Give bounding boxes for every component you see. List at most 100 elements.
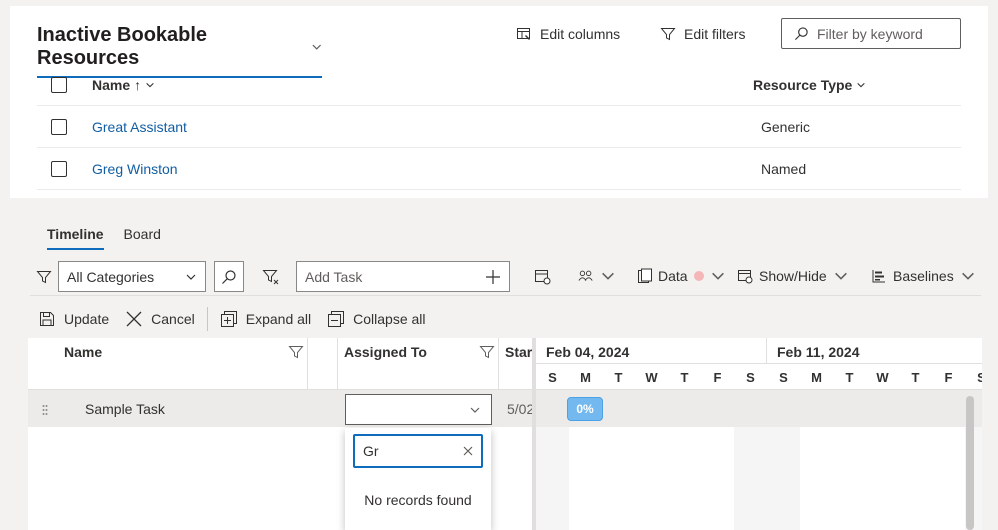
vertical-scrollbar[interactable] bbox=[966, 396, 974, 530]
week-header: Feb 04, 2024 bbox=[536, 338, 767, 364]
show-hide-label: Show/Hide bbox=[759, 268, 827, 284]
grid-header: Name ↑ Resource Type bbox=[37, 64, 961, 106]
start-column-header[interactable]: Start bbox=[505, 338, 532, 390]
data-icon bbox=[638, 268, 652, 283]
edit-columns-button[interactable]: Edit columns bbox=[516, 26, 620, 42]
tab-board[interactable]: Board bbox=[114, 222, 171, 250]
day-header: S bbox=[734, 364, 767, 390]
chevron-down-icon bbox=[857, 82, 866, 88]
baselines-icon bbox=[872, 270, 885, 283]
people-menu-button[interactable] bbox=[578, 268, 616, 284]
schedule-toolbar: All Categories Add Task Data Show/Hide B… bbox=[30, 258, 981, 296]
chevron-down-icon bbox=[834, 272, 847, 280]
task-name[interactable]: Sample Task bbox=[85, 401, 165, 417]
edit-filters-button[interactable]: Edit filters bbox=[660, 26, 745, 42]
filter-icon[interactable] bbox=[288, 344, 304, 360]
day-header: M bbox=[569, 364, 602, 390]
day-header: W bbox=[635, 364, 668, 390]
cancel-button[interactable]: Cancel bbox=[117, 310, 203, 328]
show-hide-icon bbox=[738, 270, 753, 284]
task-progress-bar[interactable]: 0% bbox=[567, 397, 603, 421]
keyword-placeholder: Filter by keyword bbox=[817, 25, 923, 42]
category-select-value: All Categories bbox=[67, 268, 155, 285]
category-select[interactable]: All Categories bbox=[58, 261, 206, 292]
weekend-shade bbox=[536, 427, 569, 530]
update-label: Update bbox=[64, 311, 110, 327]
collapse-all-button[interactable]: Collapse all bbox=[319, 310, 433, 328]
day-header: S bbox=[536, 364, 569, 390]
assigned-to-dropdown[interactable] bbox=[345, 394, 492, 425]
expand-all-button[interactable]: Expand all bbox=[212, 310, 319, 328]
baselines-label: Baselines bbox=[893, 268, 954, 284]
chevron-down-icon bbox=[146, 82, 154, 88]
gantt-chart: Name Assigned To Start Sample Task 5/02 … bbox=[28, 338, 982, 530]
edit-filters-label: Edit filters bbox=[684, 26, 746, 42]
gantt-action-bar: Update Cancel Expand all Collapse all bbox=[30, 300, 434, 338]
day-header: S bbox=[767, 364, 800, 390]
day-header: F bbox=[701, 364, 734, 390]
day-header: T bbox=[602, 364, 635, 390]
chevron-down-icon bbox=[711, 272, 724, 280]
cancel-label: Cancel bbox=[151, 311, 195, 327]
select-all-checkbox[interactable] bbox=[51, 77, 67, 93]
resource-name-link[interactable]: Greg Winston bbox=[92, 161, 178, 177]
row-checkbox[interactable] bbox=[51, 161, 67, 177]
start-date-cell: 5/02 bbox=[507, 401, 535, 417]
weekend-shade bbox=[767, 427, 800, 530]
collapse-icon bbox=[328, 311, 345, 327]
table-row[interactable]: Greg Winston Named bbox=[37, 148, 961, 190]
schedule-tabs: Timeline Board bbox=[37, 222, 171, 250]
data-menu-button[interactable]: Data bbox=[636, 268, 726, 284]
clear-icon[interactable] bbox=[463, 446, 473, 456]
edit-columns-icon bbox=[517, 28, 530, 40]
chevron-down-icon bbox=[312, 44, 321, 50]
add-task-input[interactable]: Add Task bbox=[296, 261, 510, 292]
gantt-grid-header: Name Assigned To Start bbox=[28, 338, 534, 390]
people-icon bbox=[578, 270, 593, 281]
search-button[interactable] bbox=[214, 261, 244, 292]
resource-type-cell: Named bbox=[761, 161, 807, 177]
data-label: Data bbox=[658, 268, 688, 284]
column-divider bbox=[498, 338, 499, 390]
filter-icon[interactable] bbox=[479, 344, 495, 360]
assigned-to-column-header[interactable]: Assigned To bbox=[344, 338, 427, 390]
expand-icon bbox=[220, 311, 237, 327]
chevron-down-icon bbox=[470, 407, 480, 413]
baselines-menu-button[interactable]: Baselines bbox=[871, 268, 976, 284]
update-button[interactable]: Update bbox=[30, 310, 117, 328]
edit-columns-label: Edit columns bbox=[540, 26, 621, 42]
status-dot bbox=[693, 271, 704, 281]
day-header: T bbox=[668, 364, 701, 390]
resource-type-header-label: Resource Type bbox=[753, 77, 853, 93]
row-checkbox[interactable] bbox=[51, 119, 67, 135]
grid-settings-icon[interactable] bbox=[534, 268, 552, 286]
keyword-filter-input[interactable]: Filter by keyword bbox=[781, 18, 961, 49]
expand-all-label: Expand all bbox=[245, 311, 312, 327]
resource-type-column-header[interactable]: Resource Type bbox=[753, 77, 866, 93]
filter-icon[interactable] bbox=[36, 269, 52, 285]
close-icon bbox=[126, 311, 142, 327]
resource-grid-card: Inactive Bookable Resources Edit columns… bbox=[10, 6, 988, 198]
resource-search-value: Gr bbox=[363, 443, 379, 459]
resource-search-input[interactable]: Gr bbox=[353, 434, 483, 468]
resource-name-link[interactable]: Great Assistant bbox=[92, 119, 187, 135]
day-header: S bbox=[965, 364, 982, 390]
clear-filter-icon[interactable] bbox=[262, 268, 280, 286]
drag-handle-icon[interactable] bbox=[42, 404, 48, 418]
day-header: M bbox=[800, 364, 833, 390]
name-header-label: Name bbox=[92, 77, 131, 93]
plus-icon[interactable] bbox=[485, 269, 501, 285]
no-records-message: No records found bbox=[364, 492, 472, 508]
timeline-calendar: Feb 04, 2024 Feb 11, 2024 SMTWTFSSMTWTFS bbox=[536, 338, 982, 530]
show-hide-menu-button[interactable]: Show/Hide bbox=[737, 268, 849, 284]
add-task-placeholder: Add Task bbox=[305, 268, 363, 285]
name-column-header[interactable]: Name ↑ bbox=[92, 77, 155, 93]
save-icon bbox=[40, 312, 54, 326]
column-divider bbox=[337, 338, 338, 390]
resource-type-cell: Generic bbox=[761, 119, 811, 135]
filter-icon bbox=[660, 28, 676, 41]
tab-timeline[interactable]: Timeline bbox=[37, 222, 114, 250]
table-row[interactable]: Great Assistant Generic bbox=[37, 106, 961, 148]
task-name-column-header[interactable]: Name bbox=[64, 338, 102, 390]
chevron-down-icon bbox=[186, 274, 196, 280]
